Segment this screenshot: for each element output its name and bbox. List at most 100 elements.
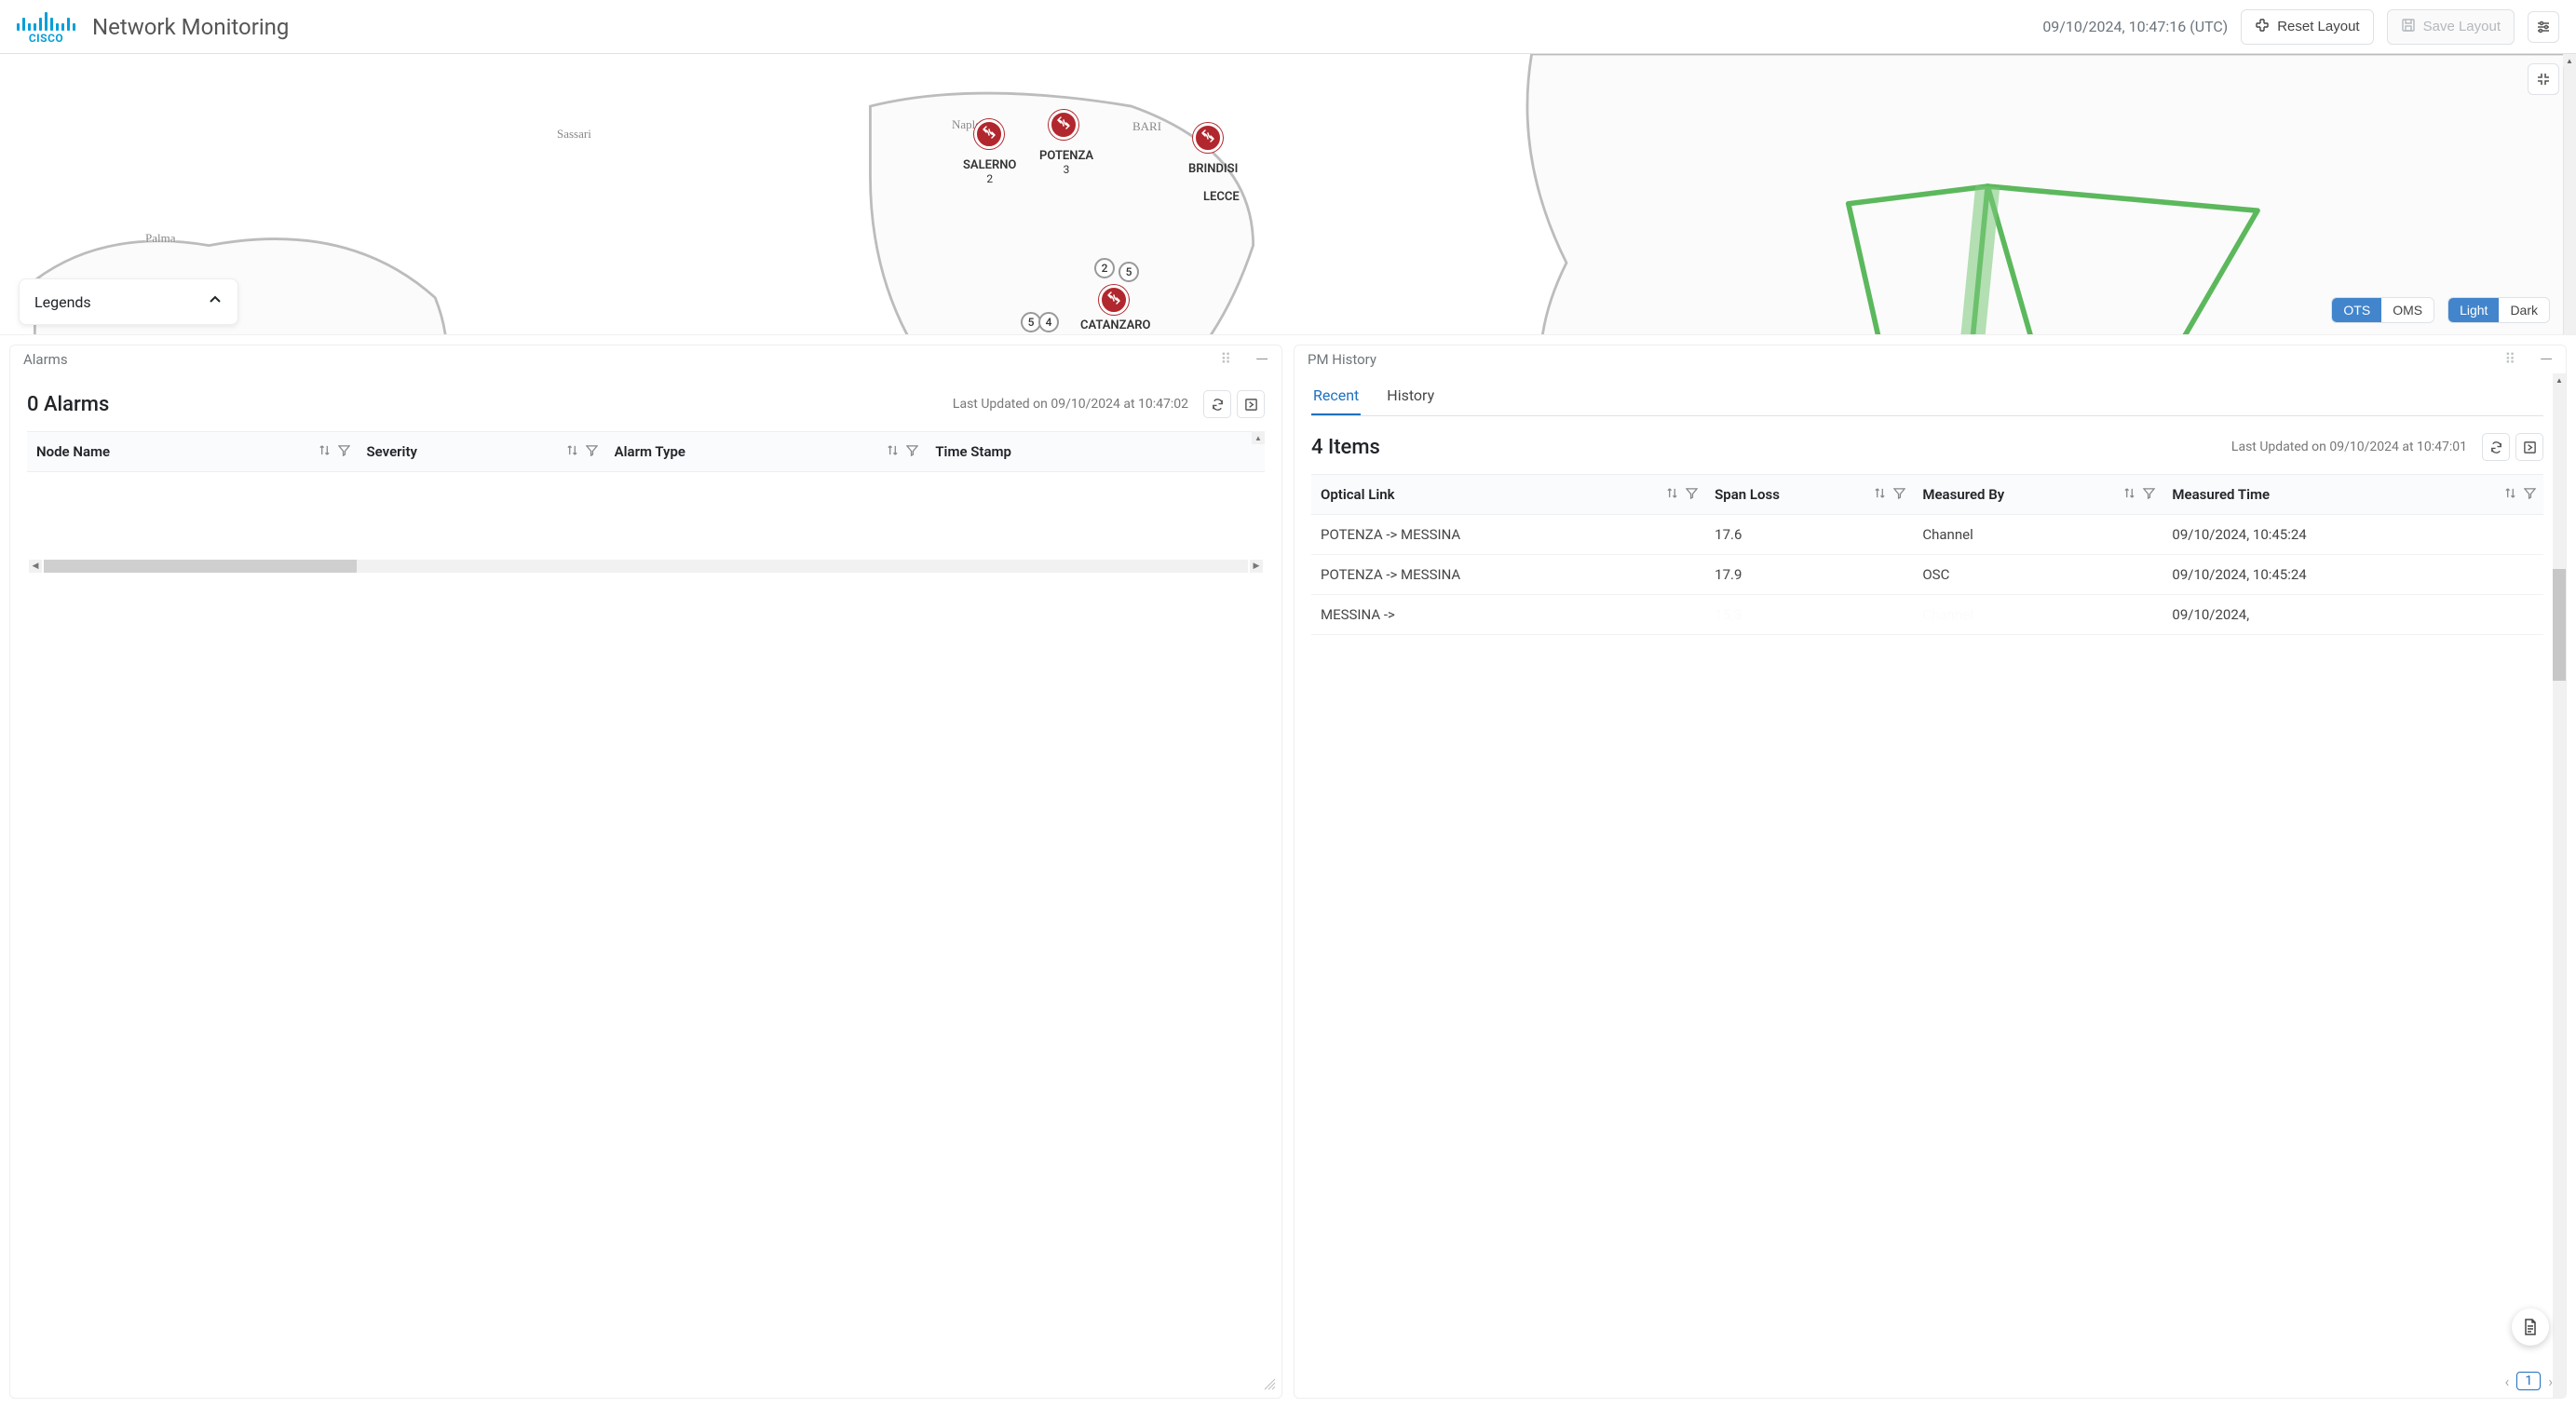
- alarms-table: Node NameSeverity Alarm Type Time Stamp: [27, 431, 1265, 472]
- settings-button[interactable]: [2528, 11, 2559, 43]
- map-region-label: BARI: [1132, 119, 1161, 134]
- node-label: CATANZARO: [1080, 318, 1150, 332]
- topology-map[interactable]: PalmaSassariNaplesBARI SALERNO2POTENZA3B…: [0, 54, 2576, 335]
- filter-icon[interactable]: [2143, 486, 2155, 503]
- topology-node[interactable]: [974, 119, 1004, 149]
- node-label: LECCE: [1203, 190, 1240, 204]
- legends-toggle[interactable]: Legends: [19, 278, 238, 325]
- tab-recent[interactable]: Recent: [1311, 381, 1361, 415]
- legends-label: Legends: [34, 293, 91, 311]
- prev-page-button[interactable]: ‹: [2505, 1373, 2510, 1390]
- table-cell: 17.6: [1705, 515, 1913, 555]
- table-cell: 17.9: [1705, 555, 1913, 595]
- collapse-map-button[interactable]: [2528, 63, 2559, 95]
- alarms-column-header[interactable]: Time Stamp: [926, 432, 1265, 472]
- sort-icon[interactable]: [887, 443, 899, 460]
- pm-column-header[interactable]: Span Loss: [1705, 475, 1913, 515]
- table-cell: 09/10/2024, 10:45:24: [2162, 515, 2543, 555]
- cluster-badge[interactable]: 5: [1119, 262, 1139, 282]
- pm-column-header[interactable]: Optical Link: [1311, 475, 1705, 515]
- alarms-column-header[interactable]: Severity: [358, 432, 605, 472]
- minimize-panel-button[interactable]: —: [2540, 350, 2553, 370]
- filter-icon[interactable]: [586, 443, 598, 460]
- cluster-badge[interactable]: 2: [1094, 258, 1115, 278]
- pm-table-wrap: Optical LinkSpan Loss Measured By Measured…: [1311, 474, 2543, 635]
- pm-updated-text: Last Updated on 09/10/2024 at 10:47:01: [2231, 440, 2467, 454]
- table-cell: OSC: [1913, 555, 2162, 595]
- node-icon: [981, 124, 997, 144]
- alarms-horizontal-scrollbar[interactable]: ◀ ▶: [27, 558, 1265, 575]
- alarms-column-header[interactable]: Node Name: [27, 432, 358, 472]
- export-pm-button[interactable]: [2515, 433, 2543, 461]
- pm-column-header[interactable]: Measured By: [1913, 475, 2162, 515]
- theme-toggle: LightDark: [2447, 297, 2550, 323]
- table-row[interactable]: MESSINA ->15.3Channel09/10/2024,: [1311, 595, 2543, 635]
- topology-node[interactable]: [1049, 110, 1078, 140]
- table-cell: POTENZA -> MESSINA: [1311, 555, 1705, 595]
- sort-icon[interactable]: [2504, 486, 2516, 503]
- table-cell: 09/10/2024,: [2162, 595, 2543, 635]
- pm-vertical-scrollbar[interactable]: ▲: [2553, 373, 2566, 1398]
- refresh-alarms-button[interactable]: [1203, 390, 1231, 418]
- minimize-panel-button[interactable]: —: [1255, 350, 1268, 370]
- column-label: Time Stamp: [935, 443, 1011, 460]
- layer-toggle: OTSOMS: [2331, 297, 2434, 323]
- scroll-left-icon: ◀: [29, 560, 42, 573]
- filter-icon[interactable]: [1893, 486, 1905, 503]
- sort-icon[interactable]: [1874, 486, 1886, 503]
- reset-layout-label: Reset Layout: [2277, 19, 2359, 34]
- node-label: SALERNO2: [963, 158, 1016, 186]
- filter-icon[interactable]: [1686, 486, 1698, 503]
- sort-icon[interactable]: [1666, 486, 1678, 503]
- cisco-logo-text: CISCO: [29, 33, 63, 44]
- collapse-icon: [2537, 73, 2550, 86]
- topology-node[interactable]: [1193, 123, 1223, 153]
- filter-icon[interactable]: [2524, 486, 2536, 503]
- table-row[interactable]: POTENZA -> MESSINA17.6Channel09/10/2024,…: [1311, 515, 2543, 555]
- save-layout-button[interactable]: Save Layout: [2387, 9, 2515, 45]
- export-icon: [1244, 398, 1258, 412]
- topology-node[interactable]: [1099, 285, 1129, 315]
- column-label: Measured By: [1922, 486, 2004, 503]
- table-cell: 15.3: [1705, 595, 1913, 635]
- alarms-updated-text: Last Updated on 09/10/2024 at 10:47:02: [953, 397, 1188, 412]
- layer-option-oms[interactable]: OMS: [2381, 298, 2434, 322]
- node-label: POTENZA3: [1039, 149, 1093, 177]
- refresh-icon: [1211, 398, 1225, 412]
- tab-history[interactable]: History: [1385, 381, 1436, 415]
- pm-count-title: 4 Items: [1311, 436, 1380, 459]
- sort-icon[interactable]: [319, 443, 331, 460]
- map-region-label: Sassari: [557, 127, 591, 142]
- table-cell: Channel: [1913, 515, 2162, 555]
- alarms-count-title: 0 Alarms: [27, 393, 109, 416]
- sort-icon[interactable]: [2123, 486, 2135, 503]
- sliders-icon: [2536, 20, 2551, 34]
- alarms-column-header[interactable]: Alarm Type: [605, 432, 927, 472]
- export-icon: [2523, 440, 2537, 454]
- refresh-pm-button[interactable]: [2482, 433, 2510, 461]
- theme-option-light[interactable]: Light: [2448, 298, 2499, 322]
- drag-handle-icon[interactable]: ⠿: [1220, 356, 1233, 363]
- reset-layout-button[interactable]: Reset Layout: [2241, 9, 2373, 45]
- scroll-right-icon: ▶: [1250, 560, 1263, 573]
- alarms-panel: Alarms ⠿ — 0 Alarms Last Updated on 09/1…: [9, 345, 1282, 1399]
- pm-column-header[interactable]: Measured Time: [2162, 475, 2543, 515]
- current-page[interactable]: 1: [2516, 1372, 2541, 1390]
- drag-handle-icon[interactable]: ⠿: [2504, 356, 2517, 363]
- resize-handle-icon[interactable]: [1263, 1377, 1276, 1394]
- sort-icon[interactable]: [566, 443, 578, 460]
- filter-icon[interactable]: [338, 443, 350, 460]
- notes-fab-button[interactable]: [2512, 1308, 2549, 1346]
- cisco-logo-bars: [17, 10, 75, 31]
- pm-pagination: ‹ 1 ›: [2505, 1372, 2554, 1390]
- pm-tabs: Recent History: [1311, 381, 2543, 416]
- export-alarms-button[interactable]: [1237, 390, 1265, 418]
- table-row[interactable]: POTENZA -> MESSINA17.9OSC09/10/2024, 10:…: [1311, 555, 2543, 595]
- column-label: Alarm Type: [615, 443, 685, 460]
- cluster-badge[interactable]: 4: [1038, 312, 1059, 332]
- layer-option-ots[interactable]: OTS: [2332, 298, 2381, 322]
- theme-option-dark[interactable]: Dark: [2499, 298, 2549, 322]
- map-vertical-scrollbar[interactable]: ▲: [2563, 54, 2576, 334]
- table-cell: 09/10/2024, 10:45:24: [2162, 555, 2543, 595]
- filter-icon[interactable]: [906, 443, 918, 460]
